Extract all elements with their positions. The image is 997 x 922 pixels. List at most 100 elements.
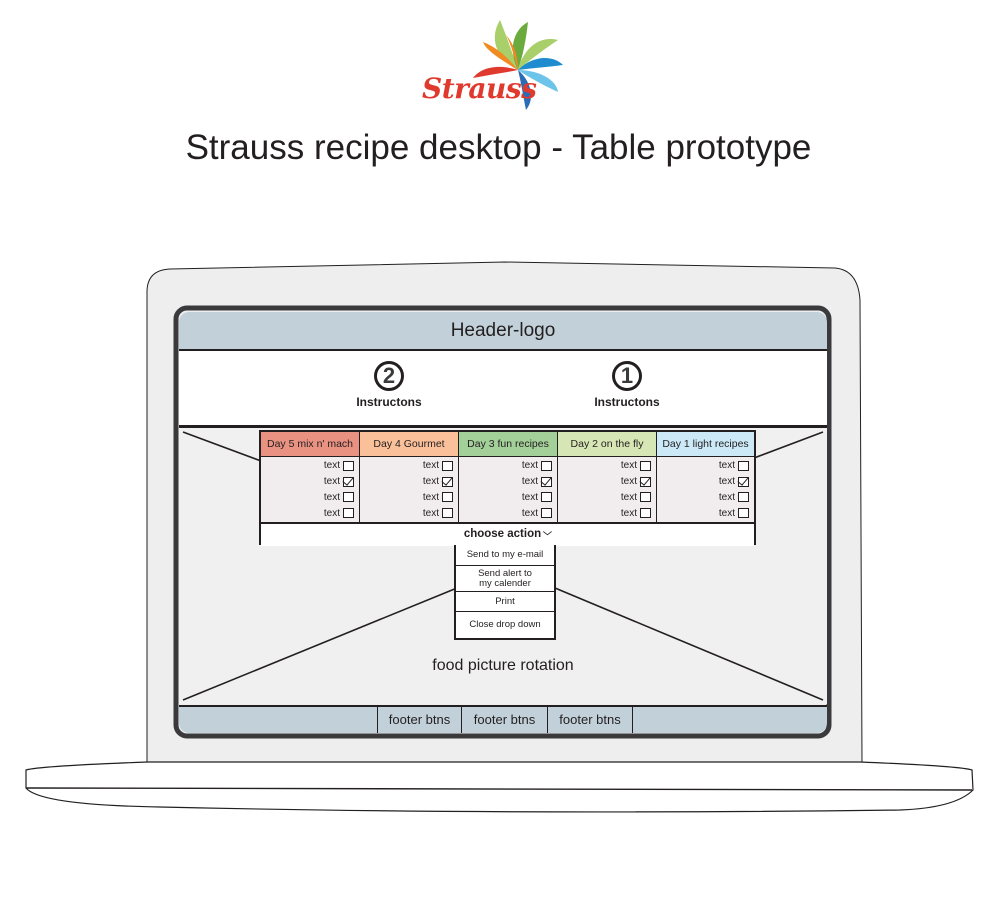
checkbox-checked[interactable] <box>442 476 453 487</box>
recipe-table: Day 5 mix n' mach text text text text Day 4 G… <box>259 430 756 546</box>
recipe-item: text <box>261 474 359 490</box>
instruction-step-2[interactable]: 2 Instructons <box>329 361 449 409</box>
day-column: Day 5 mix n' mach text text text text <box>261 432 360 523</box>
recipe-item-label: text <box>323 460 340 472</box>
recipe-item: text <box>261 458 359 474</box>
day-column-body: text text text text <box>360 457 458 523</box>
day-column-body: text text text text <box>657 457 754 523</box>
recipe-item-label: text <box>521 491 538 503</box>
day-column: Day 4 Gourmet text text text text <box>360 432 459 523</box>
checkbox[interactable] <box>738 492 749 503</box>
recipe-item-label: text <box>620 507 637 519</box>
recipe-item: text <box>657 458 754 474</box>
recipe-item: text <box>459 458 557 474</box>
recipe-item-label: text <box>521 507 538 519</box>
header-logo-label: Header-logo <box>450 320 556 341</box>
instruction-label: Instructons <box>356 395 422 409</box>
day-column-body: text text text text <box>558 457 656 523</box>
checkbox[interactable] <box>442 508 453 519</box>
day-column-header[interactable]: Day 4 Gourmet <box>360 432 458 457</box>
recipe-item: text <box>657 490 754 506</box>
day-column: Day 3 fun recipes text text text text <box>459 432 558 523</box>
action-dropdown-menu: Send to my e-mail Send alert to my calen… <box>454 545 556 640</box>
checkbox[interactable] <box>640 460 651 471</box>
recipe-item-label: text <box>521 460 538 472</box>
checkbox-checked[interactable] <box>738 476 749 487</box>
recipe-item-label: text <box>323 507 340 519</box>
day-column: Day 2 on the fly text text text text <box>558 432 657 523</box>
recipe-item-label: text <box>718 476 735 488</box>
recipe-item-label: text <box>422 476 439 488</box>
checkbox[interactable] <box>343 492 354 503</box>
recipe-item: text <box>558 458 656 474</box>
checkbox[interactable] <box>343 508 354 519</box>
recipe-item-label: text <box>422 460 439 472</box>
chevron-down-icon: ⌵ <box>543 527 553 537</box>
checkbox[interactable] <box>738 460 749 471</box>
recipe-item-label: text <box>718 460 735 472</box>
instructions-panel: 2 Instructons 1 Instructons <box>179 351 827 428</box>
checkbox[interactable] <box>343 460 354 471</box>
recipe-item-label: text <box>323 491 340 503</box>
recipe-item: text <box>459 490 557 506</box>
checkbox[interactable] <box>738 508 749 519</box>
recipe-item: text <box>360 458 458 474</box>
checkbox[interactable] <box>541 508 552 519</box>
day-column-header[interactable]: Day 5 mix n' mach <box>261 432 359 457</box>
day-column-header[interactable]: Day 3 fun recipes <box>459 432 557 457</box>
recipe-item-label: text <box>521 476 538 488</box>
header-logo-bar: Header-logo <box>179 312 827 352</box>
menu-item-close-dropdown[interactable]: Close drop down <box>456 612 554 638</box>
choose-action-dropdown[interactable]: choose action ⌵ <box>261 522 754 546</box>
instruction-step-1[interactable]: 1 Instructons <box>567 361 687 409</box>
recipe-item: text <box>558 490 656 506</box>
step-number-2-icon: 2 <box>374 361 404 391</box>
page-title: Strauss recipe desktop - Table prototype <box>185 128 812 167</box>
recipe-item: text <box>459 474 557 490</box>
footer-button-3[interactable]: footer btns <box>547 707 633 733</box>
checkbox[interactable] <box>541 460 552 471</box>
recipe-item-label: text <box>620 460 637 472</box>
day-column-body: text text text text <box>261 457 359 523</box>
day-column-body: text text text text <box>459 457 557 523</box>
recipe-item: text <box>360 474 458 490</box>
footer-button-1[interactable]: footer btns <box>377 707 461 733</box>
checkbox[interactable] <box>541 492 552 503</box>
checkbox[interactable] <box>442 492 453 503</box>
footer-bar: footer btns footer btns footer btns <box>179 705 827 733</box>
day-column-header[interactable]: Day 1 light recipes <box>657 432 754 457</box>
recipe-item-label: text <box>323 476 340 488</box>
step-number-1-icon: 1 <box>612 361 642 391</box>
recipe-item: text <box>558 505 656 521</box>
recipe-item-label: text <box>718 507 735 519</box>
recipe-item-label: text <box>422 507 439 519</box>
recipe-item: text <box>459 505 557 521</box>
checkbox[interactable] <box>442 460 453 471</box>
day-column-header[interactable]: Day 2 on the fly <box>558 432 656 457</box>
recipe-item: text <box>657 474 754 490</box>
recipe-item: text <box>657 505 754 521</box>
menu-item-send-email[interactable]: Send to my e-mail <box>456 545 554 566</box>
recipe-item-label: text <box>718 491 735 503</box>
checkbox-checked[interactable] <box>541 476 552 487</box>
choose-action-label: choose action <box>463 528 542 540</box>
checkbox[interactable] <box>640 492 651 503</box>
recipe-item: text <box>360 490 458 506</box>
recipe-item-label: text <box>620 491 637 503</box>
recipe-item-label: text <box>422 491 439 503</box>
checkbox[interactable] <box>640 508 651 519</box>
laptop-base <box>25 761 974 813</box>
recipe-item: text <box>261 505 359 521</box>
checkbox-checked[interactable] <box>343 476 354 487</box>
footer-button-2[interactable]: footer btns <box>461 707 547 733</box>
recipe-item: text <box>558 474 656 490</box>
strauss-logo-text: Strauss <box>422 72 537 105</box>
menu-item-print[interactable]: Print <box>456 592 554 612</box>
recipe-item-label: text <box>620 476 637 488</box>
checkbox-checked[interactable] <box>640 476 651 487</box>
menu-item-calendar-alert[interactable]: Send alert to my calender <box>456 566 554 592</box>
recipe-item: text <box>360 505 458 521</box>
recipe-item: text <box>261 490 359 506</box>
food-picture-label: food picture rotation <box>432 657 574 674</box>
instruction-label: Instructons <box>594 395 660 409</box>
